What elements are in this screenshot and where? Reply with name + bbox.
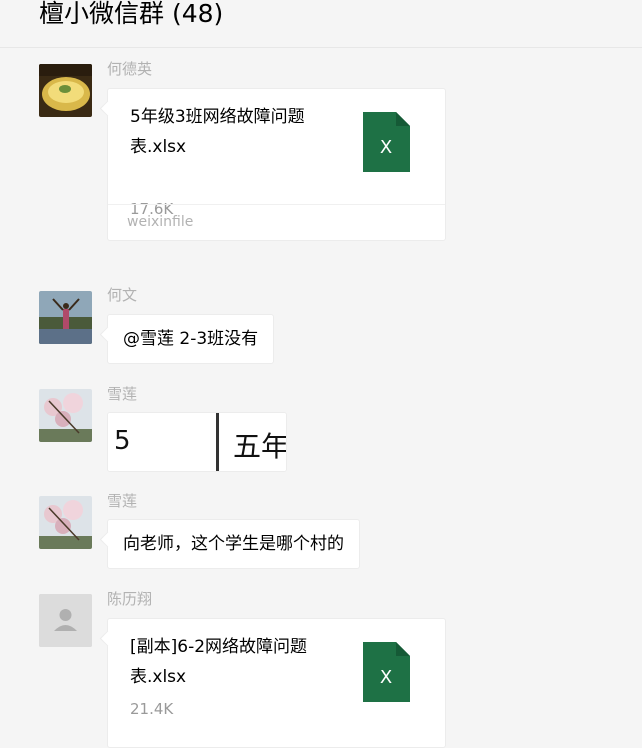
- avatar[interactable]: [39, 64, 92, 117]
- chat-title: 檀小微信群 (48): [39, 0, 224, 28]
- sender-name: 陈历翔: [107, 590, 153, 608]
- svg-text:X: X: [380, 667, 392, 688]
- image-message-bubble[interactable]: 5 五年: [107, 412, 287, 472]
- file-message-bubble[interactable]: 5年级3班网络故障问题表.xlsx 17.6K X weixinfile: [107, 88, 446, 241]
- excel-file-icon: X: [363, 112, 410, 172]
- file-source: weixinfile: [108, 204, 445, 240]
- file-message-bubble[interactable]: [副本]6-2网络故障问题表.xlsx 21.4K X: [107, 618, 446, 748]
- avatar[interactable]: [39, 291, 92, 344]
- chat-header: 檀小微信群 (48): [0, 0, 642, 48]
- image-cell-text: 5: [114, 426, 131, 456]
- avatar[interactable]: [39, 594, 92, 647]
- excel-file-icon: X: [363, 642, 410, 702]
- text-message-bubble[interactable]: 向老师，这个学生是哪个村的: [107, 519, 360, 569]
- image-cell: 五年: [219, 413, 287, 471]
- default-user-icon: [39, 594, 92, 647]
- svg-text:X: X: [380, 137, 392, 158]
- message-text: 向老师，这个学生是哪个村的: [123, 534, 344, 554]
- avatar[interactable]: [39, 389, 92, 442]
- file-name: [副本]6-2网络故障问题表.xlsx: [130, 637, 308, 687]
- image-cell-text: 五年: [233, 430, 287, 463]
- sender-name: 雪莲: [107, 385, 138, 403]
- file-name: 5年级3班网络故障问题表.xlsx: [130, 107, 305, 157]
- text-message-bubble[interactable]: @雪莲 2-3班没有: [107, 314, 275, 364]
- file-size: 21.4K: [130, 700, 174, 718]
- message-text: @雪莲 2-3班没有: [123, 329, 259, 349]
- sender-name: 何德英: [107, 60, 153, 78]
- avatar[interactable]: [39, 496, 92, 549]
- sender-name: 何文: [107, 286, 138, 304]
- sender-name: 雪莲: [107, 492, 138, 510]
- image-cell: 5: [108, 413, 218, 471]
